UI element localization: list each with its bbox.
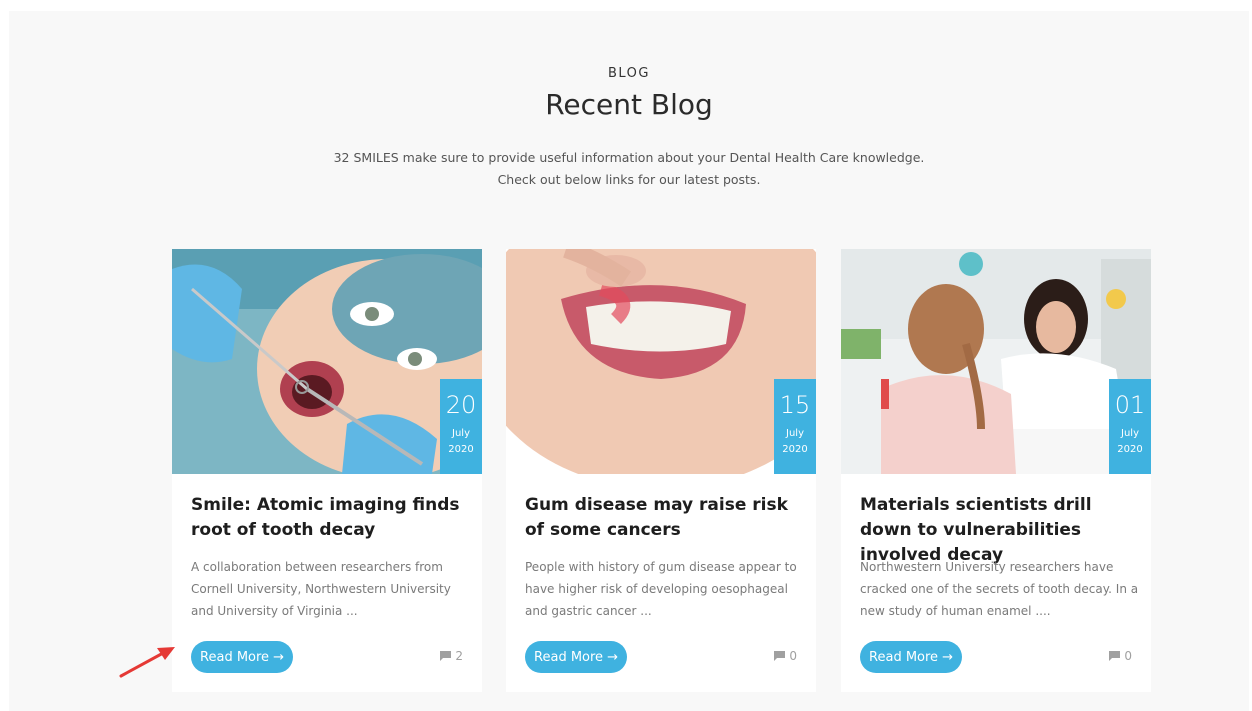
comment-count[interactable]: 0	[1109, 649, 1132, 663]
arrow-right-icon: →	[273, 649, 284, 665]
section-title: Recent Blog	[545, 88, 713, 121]
blog-card-title[interactable]: Smile: Atomic imaging finds root of toot…	[191, 493, 471, 543]
read-more-button[interactable]: Read More →	[860, 641, 962, 673]
blog-card-image[interactable]: 20 July 2020	[172, 249, 482, 474]
date-year: 2020	[448, 444, 474, 455]
blog-card: 20 July 2020 Smile: Atomic imaging finds…	[172, 249, 482, 692]
arrow-right-icon: →	[607, 649, 618, 665]
gum-disease-photo	[506, 249, 816, 474]
section-eyebrow: BLOG	[607, 66, 650, 81]
date-month: July	[452, 428, 470, 439]
blog-card-excerpt: Northwestern University researchers have…	[860, 560, 1139, 618]
blog-card: 01 July 2020 Materials scientists drill …	[841, 249, 1151, 692]
blog-card-excerpt: People with history of gum disease appea…	[525, 560, 797, 618]
date-day: 15	[779, 391, 811, 419]
section-description: 32 SMILES make sure to provide useful in…	[9, 147, 1249, 191]
date-day: 20	[445, 391, 477, 419]
read-more-button[interactable]: Read More →	[191, 641, 293, 673]
description-line-1: 32 SMILES make sure to provide useful in…	[333, 150, 925, 165]
blog-section: BLOG Recent Blog 32 SMILES make sure to …	[9, 11, 1249, 711]
date-month: July	[786, 428, 804, 439]
comment-count-value: 2	[455, 649, 463, 663]
date-badge: 15 July 2020	[774, 379, 816, 474]
dentist-consultation-photo	[841, 249, 1151, 474]
comment-count-value: 0	[1124, 649, 1132, 663]
red-arrow-annotation	[119, 647, 175, 678]
blog-card-title[interactable]: Gum disease may raise risk of some cance…	[525, 493, 805, 543]
comment-icon	[774, 651, 786, 661]
blog-card-excerpt: A collaboration between researchers from…	[191, 560, 451, 618]
read-more-label: Read More	[200, 649, 270, 665]
arrow-right-icon: →	[942, 649, 953, 665]
date-year: 2020	[1117, 444, 1143, 455]
comment-count[interactable]: 0	[774, 649, 797, 663]
read-more-button[interactable]: Read More →	[525, 641, 627, 673]
blog-card: 15 July 2020 Gum disease may raise risk …	[506, 249, 816, 692]
blog-card-image[interactable]: 15 July 2020	[506, 249, 816, 474]
read-more-label: Read More	[869, 649, 939, 665]
date-month: July	[1121, 428, 1139, 439]
date-year: 2020	[782, 444, 808, 455]
comment-count-value: 0	[789, 649, 797, 663]
date-badge: 20 July 2020	[440, 379, 482, 474]
comment-icon	[440, 651, 452, 661]
date-day: 01	[1114, 391, 1146, 419]
comment-count[interactable]: 2	[440, 649, 463, 663]
blog-card-image[interactable]: 01 July 2020	[841, 249, 1151, 474]
dental-checkup-photo	[172, 249, 482, 474]
description-line-2: Check out below links for our latest pos…	[497, 172, 761, 187]
date-badge: 01 July 2020	[1109, 379, 1151, 474]
read-more-label: Read More	[534, 649, 604, 665]
comment-icon	[1109, 651, 1121, 661]
